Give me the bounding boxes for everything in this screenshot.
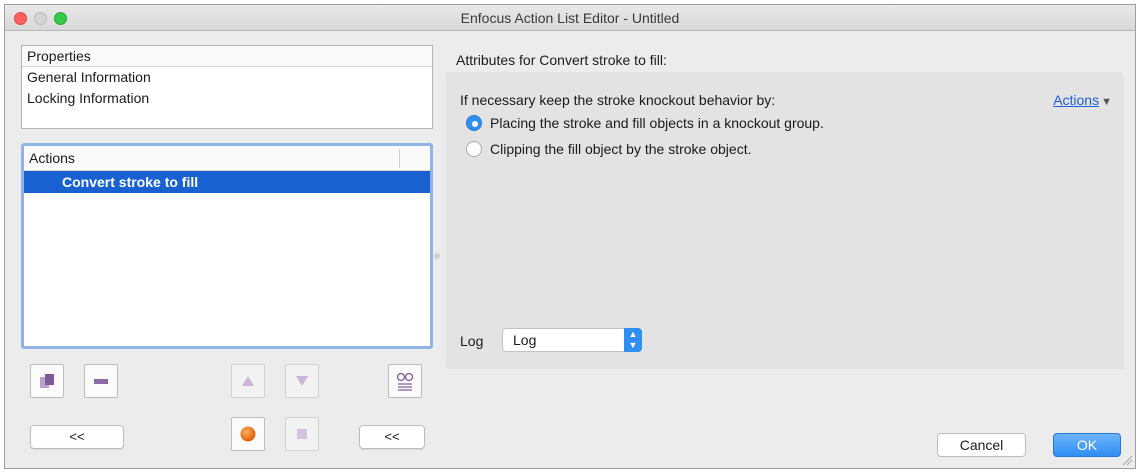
attributes-panel: If necessary keep the stroke knockout be…	[446, 72, 1124, 369]
cancel-button[interactable]: Cancel	[937, 433, 1026, 457]
add-action-button[interactable]	[30, 364, 64, 398]
title-bar[interactable]: Enfocus Action List Editor - Untitled	[5, 5, 1135, 31]
panel-splitter-handle[interactable]	[434, 253, 440, 259]
window-title: Enfocus Action List Editor - Untitled	[460, 10, 680, 26]
resize-grip-icon[interactable]	[1121, 454, 1133, 466]
record-icon	[240, 426, 256, 442]
radio-unselected-icon[interactable]	[466, 141, 482, 157]
actions-list-header: Actions	[24, 146, 430, 171]
option-knockout-group-label: Placing the stroke and fill objects in a…	[490, 115, 824, 131]
collapse-right-button[interactable]: <<	[359, 425, 425, 449]
record-button[interactable]	[231, 417, 265, 451]
properties-panel: Properties General Information Locking I…	[21, 45, 433, 129]
action-list-editor-window: Enfocus Action List Editor - Untitled Pr…	[4, 4, 1136, 469]
option-knockout-group[interactable]: Placing the stroke and fill objects in a…	[466, 115, 824, 131]
actions-list-header-label: Actions	[29, 150, 75, 166]
log-select[interactable]: Log ▲ ▼	[502, 328, 642, 352]
option-clipping-fill[interactable]: Clipping the fill object by the stroke o…	[466, 141, 751, 157]
collapse-left-button[interactable]: <<	[30, 425, 124, 449]
remove-action-button[interactable]	[84, 364, 118, 398]
option-clipping-fill-label: Clipping the fill object by the stroke o…	[490, 141, 752, 157]
move-up-button[interactable]	[231, 364, 265, 398]
action-item-convert-stroke-to-fill[interactable]: Convert stroke to fill	[24, 171, 430, 193]
radio-selected-icon[interactable]	[466, 115, 482, 131]
actions-list-panel: Actions Convert stroke to fill	[21, 143, 433, 349]
add-action-icon	[40, 374, 54, 388]
remove-action-icon	[94, 379, 108, 384]
ok-button[interactable]: OK	[1053, 433, 1121, 457]
select-stepper-icon: ▲ ▼	[624, 328, 642, 352]
arrow-up-icon	[242, 376, 254, 386]
properties-header: Properties	[22, 46, 432, 67]
glasses-icon	[396, 372, 414, 391]
arrow-down-icon	[296, 376, 308, 386]
stop-icon	[297, 429, 307, 439]
properties-item-locking[interactable]: Locking Information	[22, 88, 432, 109]
triangle-down-icon: ▼	[1101, 96, 1112, 108]
log-label: Log	[460, 333, 484, 349]
attributes-title: Attributes for Convert stroke to fill:	[456, 52, 667, 68]
keep-behavior-label: If necessary keep the stroke knockout be…	[460, 92, 776, 108]
move-down-button[interactable]	[285, 364, 319, 398]
column-divider	[399, 149, 400, 168]
stop-button[interactable]	[285, 417, 319, 451]
preview-button[interactable]	[388, 364, 422, 398]
actions-menu-link[interactable]: Actions ▼	[1053, 92, 1112, 108]
actions-menu-label: Actions	[1053, 92, 1100, 108]
properties-item-general[interactable]: General Information	[22, 67, 432, 88]
log-select-value: Log	[513, 332, 537, 348]
